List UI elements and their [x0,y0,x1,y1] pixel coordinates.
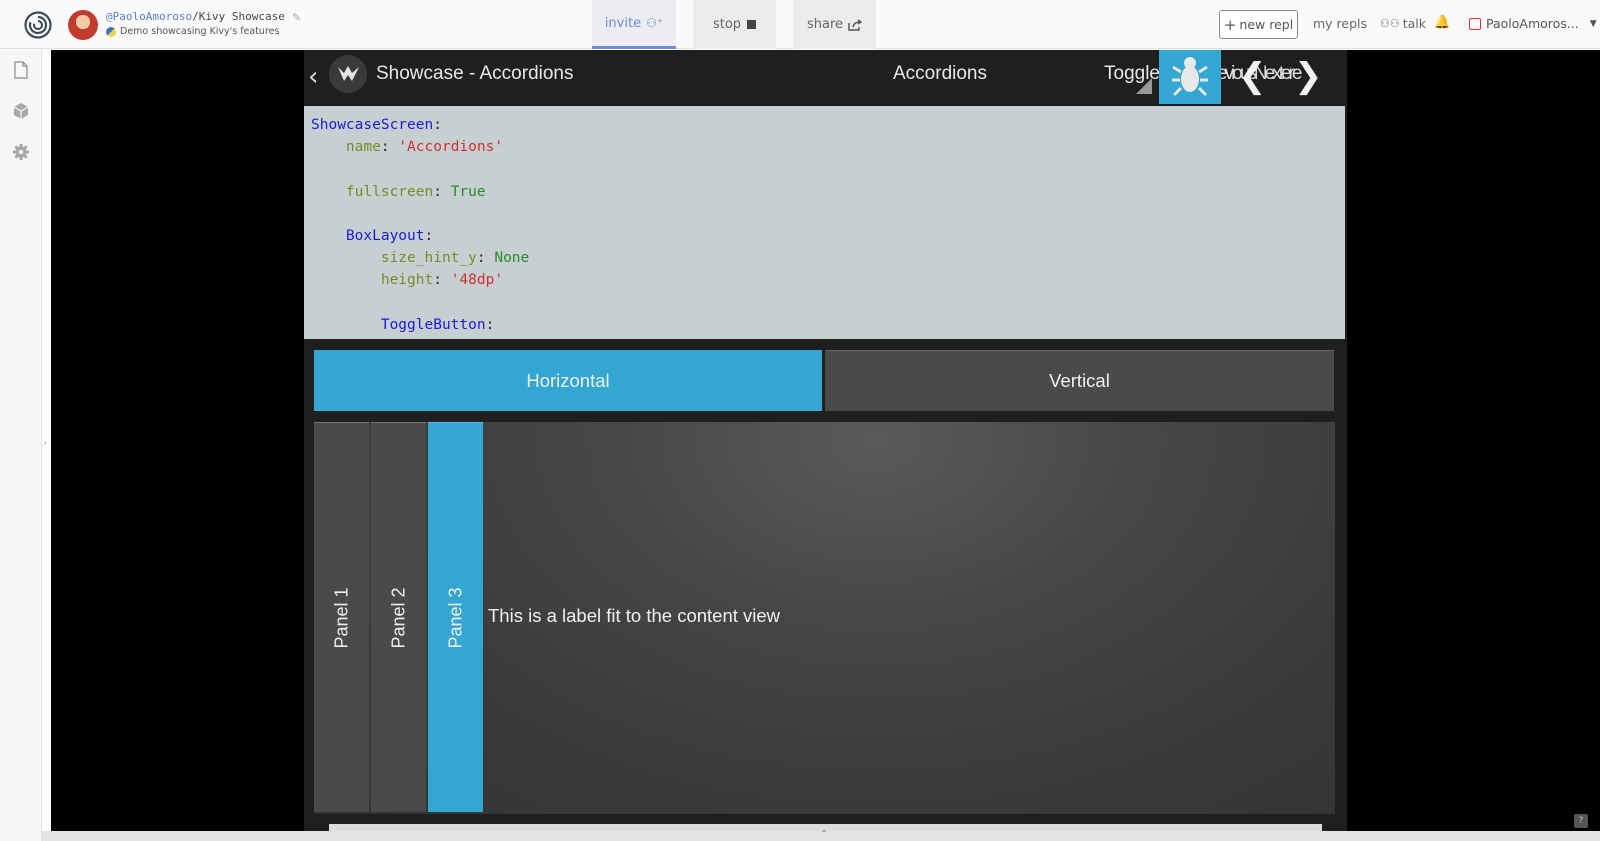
add-user-icon: ⚇⁺ [646,16,664,30]
gear-icon[interactable] [12,143,30,161]
vertical-toggle-button[interactable]: Vertical [825,350,1334,411]
code-line: fullscreen: True [311,181,1345,203]
vertical-toggle-label: Vertical [1049,370,1110,391]
code-token: BoxLayout [345,227,425,244]
code-token: : [380,139,399,156]
code-line: height: '48dp' [311,269,1345,291]
talk-link[interactable]: ⚇⚇ talk [1380,16,1426,31]
avatar[interactable] [68,10,98,40]
repl-owner[interactable]: @PaoloAmoroso [106,10,192,23]
caret-down-icon: ▼ [1589,18,1597,29]
kivy-action-bar: ‹ Showcase - Accordions Accordions Toggl… [304,50,1347,106]
new-repl-label: new repl [1239,17,1294,32]
code-token: height [380,272,434,289]
screen-selector[interactable]: Accordions [893,63,987,85]
people-icon: ⚇⚇ [1380,17,1400,30]
horizontal-toggle-label: Horizontal [526,369,610,391]
panel-content-label: This is a label fit to the content view [488,605,781,626]
my-repls-link[interactable]: my repls [1313,16,1367,31]
user-badge-icon [1469,17,1481,30]
repl-description: Demo showcasing Kivy's features [106,26,279,37]
share-button[interactable]: share [793,0,876,49]
code-line: ShowcaseScreen: [311,114,1345,136]
back-chevron-icon[interactable]: ‹ [308,62,318,92]
code-token: '48dp' [450,272,504,289]
code-line: BoxLayout: [311,225,1345,247]
user-menu[interactable]: PaoloAmoros... ▼ [1469,16,1597,31]
repl-title[interactable]: @PaoloAmoroso/Kivy Showcase [106,10,285,23]
accordion-panel-1[interactable]: Panel 1 [314,422,369,812]
code-token: name [345,139,381,156]
stop-button[interactable]: stop [693,0,776,49]
caret-up-icon[interactable]: ⌃ [820,829,828,840]
stop-label: stop [712,17,742,32]
code-line: name: 'Accordions' [311,136,1345,158]
accordion-panel-3[interactable]: Panel 3 [428,422,483,812]
accordion-panel-label: Panel 1 [331,587,351,649]
code-token: fullscreen [345,183,434,200]
edit-pencil-icon[interactable]: ✎ [292,11,301,24]
code-token: : [433,183,451,200]
talk-label: talk [1402,16,1427,31]
new-repl-button[interactable]: + new repl [1219,10,1298,39]
next-arrow-icon[interactable]: ❯ [1294,56,1323,96]
file-icon[interactable] [12,61,30,79]
accordion-panel-2[interactable]: Panel 2 [371,422,426,812]
code-token: ShowcaseScreen [311,117,434,133]
code-token: : [485,316,495,333]
code-token: ToggleButton [380,316,486,333]
stop-icon [747,20,757,29]
previous-arrow-icon[interactable]: ❮ [1238,56,1267,96]
bell-icon[interactable]: 🔔 [1434,15,1450,30]
invite-button[interactable]: invite ⚇⁺ [592,0,676,49]
python-language-icon [106,26,116,37]
username: PaoloAmoros... [1486,16,1579,31]
title-separator: / [192,10,199,23]
repl-name[interactable]: Kivy Showcase [199,10,285,23]
package-icon[interactable] [12,102,30,120]
accordion: Panel 1 Panel 2 Panel 3 This is a label … [314,422,1335,814]
bug-button[interactable] [1159,50,1221,104]
spinner-corner-icon [1136,78,1152,94]
code-token: : [476,250,495,267]
top-bar: @PaoloAmoroso/Kivy Showcase ✎ Demo showc… [0,0,1600,49]
accordion-panel-label: Panel 2 [388,587,408,649]
left-rail [0,49,42,841]
code-token: : [424,227,434,244]
replit-logo-icon[interactable] [24,11,52,39]
horizontal-toggle-button[interactable]: Horizontal [314,350,822,411]
kivy-window: ‹ Showcase - Accordions Accordions Toggl… [304,50,1347,831]
invite-label: invite [604,15,642,31]
accordion-panel-label: Panel 3 [445,587,465,649]
repl-description-text: Demo showcasing Kivy's features [120,26,280,37]
bug-icon [1172,57,1208,97]
help-icon[interactable]: ? [1574,814,1588,828]
code-token: 'Accordions' [398,139,504,156]
code-token: : [433,272,451,289]
code-token: None [494,250,530,267]
kv-source-code-panel[interactable]: ShowcaseScreen: name: 'Accordions' fulls… [304,106,1345,339]
share-label: share [806,17,844,32]
code-line: ToggleButton: [311,314,1345,336]
share-icon [848,18,863,31]
code-token: : [433,117,442,133]
kivy-logo-icon [329,55,367,93]
code-token: True [450,183,486,200]
expand-sidebar-icon[interactable]: › [43,438,47,449]
app-title: Showcase - Accordions [376,63,574,84]
code-line: size_hint_y: None [311,247,1345,269]
plus-icon: + [1223,15,1237,34]
code-token: size_hint_y [380,250,477,267]
